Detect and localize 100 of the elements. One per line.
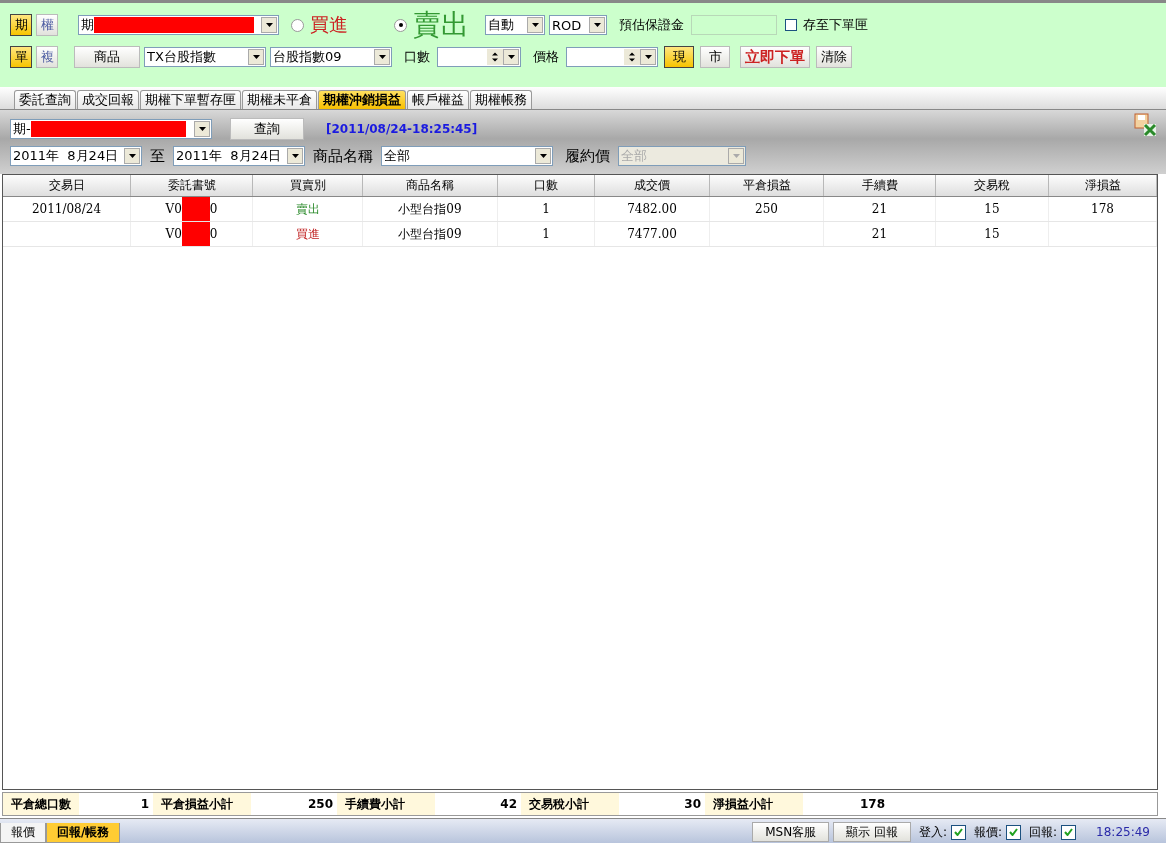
term-select[interactable]: ROD — [549, 15, 607, 35]
side-radio[interactable] — [291, 18, 304, 32]
dropdown-caret-icon[interactable] — [261, 17, 277, 33]
side-label: 買進 — [310, 12, 348, 37]
summary-label: 淨損益小計 — [705, 793, 803, 815]
column-header[interactable]: 平倉損益 — [710, 175, 824, 196]
tab[interactable]: 委託查詢 — [14, 90, 76, 109]
column-header[interactable]: 交易日 — [3, 175, 131, 196]
account-select[interactable]: 期 — [78, 15, 279, 35]
spinner-arrows-icon[interactable] — [487, 49, 503, 65]
margin-input-field[interactable] — [691, 15, 777, 35]
column-header[interactable]: 交易稅 — [936, 175, 1049, 196]
dropdown-caret-icon[interactable] — [124, 148, 140, 164]
dropdown-caret-icon[interactable] — [527, 17, 543, 33]
product-name-label: 商品名稱 — [313, 146, 373, 166]
spinner-arrows-icon[interactable] — [624, 49, 640, 65]
bottom-tab[interactable]: 報價 — [0, 823, 46, 843]
save-checkbox-label: 存至下單匣 — [803, 16, 868, 34]
date-from-select[interactable]: 2011年 8月24日 — [10, 146, 142, 166]
column-header[interactable]: 成交價 — [595, 175, 710, 196]
table-cell: 21 — [824, 197, 936, 221]
strike-price-label: 履約價 — [565, 146, 610, 166]
column-header[interactable]: 手續費 — [824, 175, 936, 196]
status-button[interactable]: 顯示 回報 — [833, 822, 911, 842]
column-header[interactable]: 口數 — [498, 175, 595, 196]
dropdown-caret-icon[interactable] — [589, 17, 605, 33]
column-header[interactable]: 委託書號 — [131, 175, 253, 196]
dropdown-caret-icon[interactable] — [248, 49, 264, 65]
status-checkbox[interactable] — [1006, 824, 1022, 840]
column-header[interactable]: 淨損益 — [1049, 175, 1157, 196]
leg-toggle-button[interactable]: 複 — [36, 46, 58, 68]
summary-value: 42 — [499, 796, 518, 813]
table-cell: 7477.00 — [595, 222, 710, 246]
side-radio[interactable] — [394, 18, 407, 32]
tab[interactable]: 帳戶權益 — [407, 90, 469, 109]
summary-value: 1 — [139, 796, 150, 813]
tab[interactable]: 期權未平倉 — [242, 90, 317, 109]
table-cell: 15 — [936, 222, 1049, 246]
status-checkbox[interactable] — [951, 824, 966, 840]
dropdown-caret-icon[interactable] — [374, 49, 390, 65]
table-cell: 15 — [936, 197, 1049, 221]
tab[interactable]: 期權帳務 — [470, 90, 532, 109]
status-label: 報價: — [974, 823, 1003, 841]
summary-label: 交易稅小計 — [521, 793, 619, 815]
table-cell: 小型台指09 — [363, 197, 498, 221]
order-number-end: 0 — [209, 227, 218, 241]
summary-value: 30 — [683, 796, 702, 813]
table-cell: 小型台指09 — [363, 222, 498, 246]
column-header[interactable]: 商品名稱 — [363, 175, 498, 196]
date-to-select[interactable]: 2011年 8月24日 — [173, 146, 305, 166]
submit-order-button[interactable]: 立即下單 — [740, 46, 810, 68]
dropdown-caret-icon[interactable] — [287, 148, 303, 164]
table-cell: 買進 — [253, 222, 363, 246]
clear-button[interactable]: 清除 — [816, 46, 852, 68]
save-checkbox[interactable] — [785, 19, 797, 31]
product-name-select[interactable]: 全部 — [381, 146, 553, 166]
product-button[interactable]: 商品 — [74, 46, 140, 68]
margin-label: 預估保證金 — [619, 16, 684, 34]
checkmark-icon — [1064, 828, 1074, 836]
side-label: 賣出 — [413, 7, 469, 43]
redaction-block — [181, 222, 210, 246]
export-spreadsheet-icon[interactable] — [1134, 113, 1158, 137]
product-select[interactable]: TX台股指數 — [144, 47, 266, 67]
query-button[interactable]: 查詢 — [230, 118, 304, 140]
price-type-button[interactable]: 市 — [700, 46, 730, 68]
tab[interactable]: 成交回報 — [77, 90, 139, 109]
market-toggle-button[interactable]: 期 — [10, 14, 32, 36]
tab[interactable]: 期權沖銷損益 — [318, 90, 406, 109]
summary-value: 178 — [858, 796, 886, 813]
status-button[interactable]: MSN客服 — [752, 822, 830, 842]
contract-select[interactable]: 台股指數09 — [270, 47, 392, 67]
quantity-label: 口數 — [404, 48, 430, 66]
summary-label: 平倉損益小計 — [153, 793, 251, 815]
price-label: 價格 — [533, 48, 559, 66]
status-time: 18:25:49 — [1096, 825, 1150, 839]
dropdown-caret-icon[interactable] — [194, 121, 210, 137]
account-select[interactable]: 期- — [10, 119, 212, 139]
dropdown-caret-icon[interactable] — [535, 148, 551, 164]
status-label: 回報: — [1029, 823, 1058, 841]
table-cell: 1 — [498, 197, 595, 221]
summary-label: 平倉總口數 — [3, 793, 79, 815]
tab[interactable]: 期權下單暫存匣 — [140, 90, 241, 109]
summary-value: 250 — [306, 796, 334, 813]
mode-select[interactable]: 自動 — [485, 15, 545, 35]
column-header[interactable]: 買賣別 — [253, 175, 363, 196]
market-toggle-button[interactable]: 權 — [36, 14, 58, 36]
dropdown-caret-icon[interactable] — [503, 49, 519, 65]
price-type-button[interactable]: 現 — [664, 46, 694, 68]
status-checkbox[interactable] — [1061, 824, 1077, 840]
status-label: 登入: — [918, 823, 947, 841]
table-cell: 1 — [498, 222, 595, 246]
order-number-end: 0 — [209, 202, 218, 216]
leg-toggle-button[interactable]: 單 — [10, 46, 32, 68]
table-cell: 178 — [1049, 197, 1157, 221]
dropdown-caret-icon[interactable] — [640, 49, 656, 65]
bottom-tab[interactable]: 回報/帳務 — [46, 823, 121, 843]
order-number-start: V0 — [165, 227, 182, 241]
redaction-block — [181, 197, 210, 221]
table-cell: 21 — [824, 222, 936, 246]
quantity-spinner[interactable] — [437, 47, 521, 67]
